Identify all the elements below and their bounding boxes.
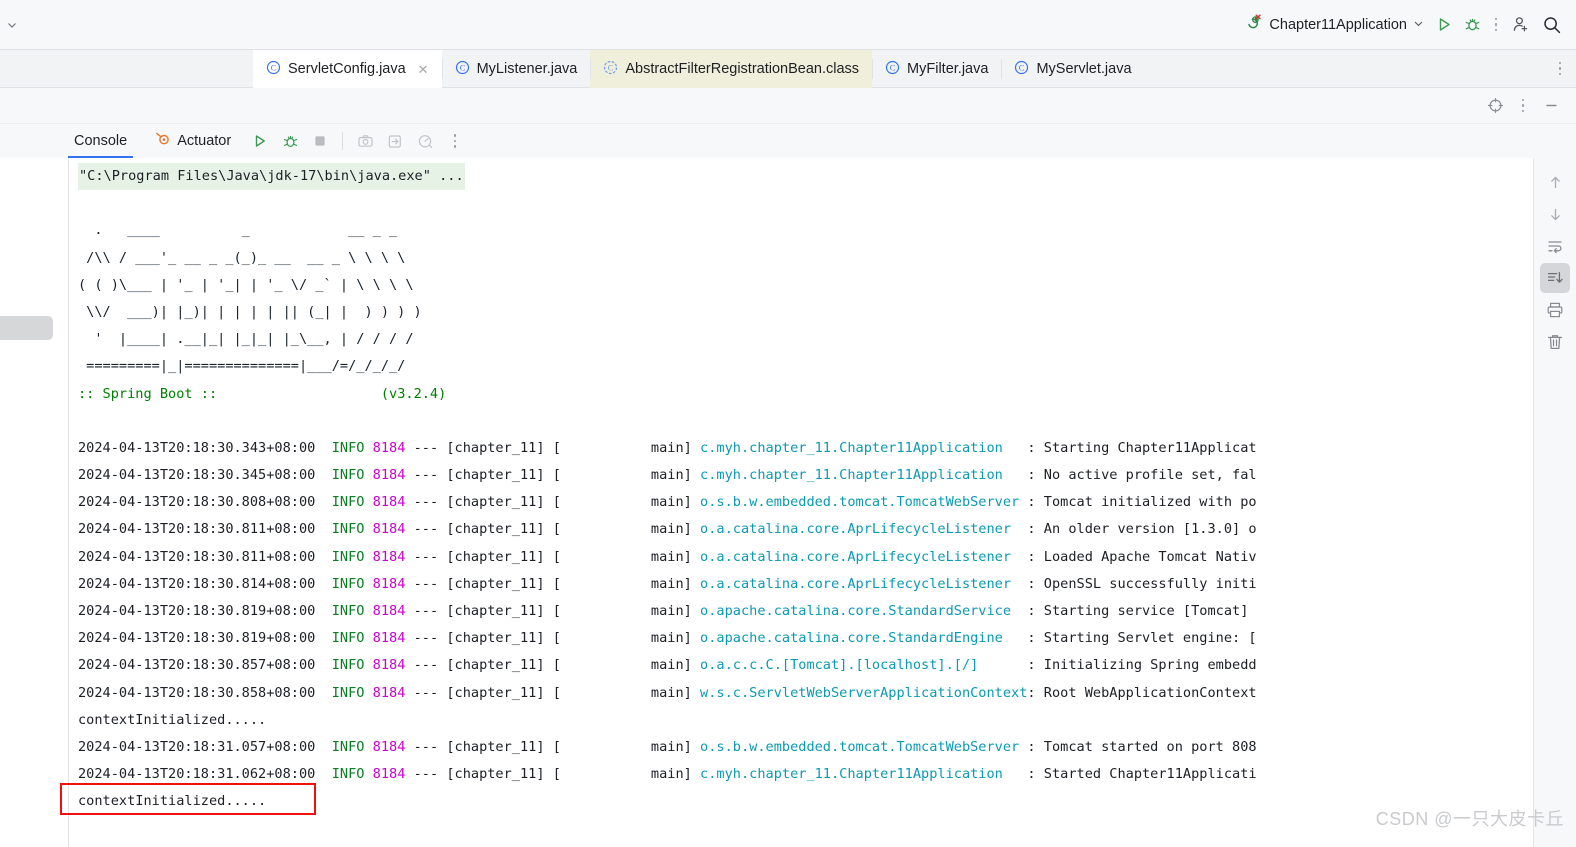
tab-actuator-label: Actuator bbox=[177, 133, 232, 149]
svg-text:C: C bbox=[608, 63, 614, 72]
export-arrow-icon[interactable] bbox=[380, 126, 410, 156]
java-class-icon: C bbox=[885, 60, 900, 79]
console-plain-line: contextInitialized..... bbox=[78, 711, 267, 728]
chevron-down-icon[interactable] bbox=[1413, 16, 1424, 34]
console-exit-line: Process finished with exit code 130 bbox=[78, 843, 1520, 847]
minimize-icon[interactable] bbox=[1538, 93, 1564, 119]
close-icon[interactable]: ✕ bbox=[418, 63, 429, 76]
search-icon[interactable] bbox=[1538, 11, 1566, 39]
csdn-watermark: CSDN @一只大皮卡丘 bbox=[1375, 809, 1564, 829]
java-class-icon: C bbox=[1014, 60, 1029, 79]
collapse-chevron-icon[interactable] bbox=[3, 19, 21, 31]
spring-boot-banner-line: \\/ ___)| |_)| | | | | || (_| | ) ) ) ) bbox=[78, 303, 422, 320]
spring-boot-banner-footer: :: Spring Boot :: (v3.2.4) bbox=[78, 385, 447, 402]
console-log-line: 2024-04-13T20:18:30.819+08:00 INFO 8184 … bbox=[78, 630, 1257, 647]
editor-tab-label: ServletConfig.java bbox=[288, 61, 406, 77]
spring-boot-banner-line: . ____ _ __ _ _ bbox=[78, 222, 398, 239]
console-log-line: 2024-04-13T20:18:31.057+08:00 INFO 8184 … bbox=[78, 738, 1257, 755]
console-log-line: 2024-04-13T20:18:30.858+08:00 INFO 8184 … bbox=[78, 684, 1257, 701]
editor-tab-bar: C ServletConfig.java ✕ C MyListener.java… bbox=[0, 50, 1576, 88]
tab-console-label: Console bbox=[74, 133, 128, 149]
spring-boot-banner-line: ' |____| .__|_| |_|_| |_\__, | / / / / bbox=[78, 331, 414, 348]
scroll-to-end-button[interactable] bbox=[1540, 263, 1570, 293]
svg-text:C: C bbox=[271, 63, 277, 72]
console-toolbar: Console Actuator bbox=[0, 124, 1576, 158]
console-log-line: 2024-04-13T20:18:31.062+08:00 INFO 8184 … bbox=[78, 766, 1257, 783]
ide-window: Chapter11Application C ServletConfig.jav… bbox=[0, 0, 1576, 847]
console-command-line: "C:\Program Files\Java\jdk-17\bin\java.e… bbox=[78, 163, 465, 191]
account-add-icon[interactable] bbox=[1506, 11, 1534, 39]
target-settings-icon[interactable] bbox=[1482, 93, 1508, 119]
console-output[interactable]: "C:\Program Files\Java\jdk-17\bin\java.e… bbox=[0, 158, 1576, 847]
svg-text:C: C bbox=[890, 63, 896, 72]
console-log-line: 2024-04-13T20:18:30.811+08:00 INFO 8184 … bbox=[78, 521, 1257, 538]
soft-wrap-button[interactable] bbox=[1540, 231, 1570, 261]
console-log-line: 2024-04-13T20:18:30.857+08:00 INFO 8184 … bbox=[78, 657, 1257, 674]
toolwindow-header bbox=[0, 88, 1576, 124]
tab-console[interactable]: Console bbox=[60, 124, 141, 158]
editor-tab-servletconfig[interactable]: C ServletConfig.java ✕ bbox=[253, 50, 442, 88]
tab-actuator[interactable]: Actuator bbox=[141, 124, 245, 158]
svg-text:C: C bbox=[1019, 63, 1025, 72]
editor-tab-label: MyListener.java bbox=[476, 61, 578, 77]
console-log-line: 2024-04-13T20:18:30.808+08:00 INFO 8184 … bbox=[78, 494, 1257, 511]
console-vertical-scrollbar[interactable] bbox=[1520, 158, 1533, 847]
rerun-button[interactable] bbox=[245, 126, 275, 156]
stop-button[interactable] bbox=[305, 126, 335, 156]
editor-tabs-more-vertical-icon[interactable] bbox=[1550, 58, 1570, 80]
toolbar-more-vertical-icon[interactable] bbox=[1486, 14, 1506, 36]
profiler-gauge-icon[interactable] bbox=[410, 126, 440, 156]
console-log-line: 2024-04-13T20:18:30.814+08:00 INFO 8184 … bbox=[78, 575, 1257, 592]
debug-button[interactable] bbox=[1458, 11, 1486, 39]
console-log-line: 2024-04-13T20:18:30.819+08:00 INFO 8184 … bbox=[78, 603, 1249, 619]
editor-tab-abstractfilterregistrationbean[interactable]: C AbstractFilterRegistrationBean.class bbox=[590, 50, 873, 88]
scroll-down-button[interactable] bbox=[1540, 199, 1570, 229]
console-gutter bbox=[60, 158, 69, 847]
spring-boot-banner-line: =========|_|==============|___/=/_/_/_/ bbox=[78, 358, 406, 375]
java-class-icon: C bbox=[455, 60, 470, 79]
scroll-up-button[interactable] bbox=[1540, 167, 1570, 197]
editor-tab-label: MyServlet.java bbox=[1036, 61, 1132, 77]
console-more-vertical-icon[interactable] bbox=[440, 126, 470, 156]
print-button[interactable] bbox=[1540, 295, 1570, 325]
spring-boot-banner-line: ( ( )\___ | '_ | '_| | '_ \/ _` | \ \ \ … bbox=[78, 276, 414, 293]
spring-boot-run-config-icon bbox=[1246, 14, 1263, 36]
editor-tab-mylistener[interactable]: C MyListener.java bbox=[441, 50, 591, 88]
run-configuration-selector[interactable]: Chapter11Application bbox=[1242, 11, 1430, 39]
console-plain-line: contextInitialized..... bbox=[78, 793, 267, 810]
console-log-line: 2024-04-13T20:18:30.345+08:00 INFO 8184 … bbox=[78, 467, 1257, 484]
clear-all-trash-button[interactable] bbox=[1540, 327, 1570, 357]
console-log-line: 2024-04-13T20:18:30.811+08:00 INFO 8184 … bbox=[78, 548, 1257, 565]
debug-button[interactable] bbox=[275, 126, 305, 156]
actuator-icon bbox=[155, 131, 171, 151]
left-toolwindow-stripe-button[interactable] bbox=[0, 316, 53, 340]
run-configuration-name: Chapter11Application bbox=[1269, 16, 1407, 33]
editor-tab-myservlet[interactable]: C MyServlet.java bbox=[1001, 50, 1144, 88]
toolwindow-more-vertical-icon[interactable] bbox=[1510, 93, 1536, 119]
screenshot-camera-icon[interactable] bbox=[350, 126, 380, 156]
main-toolbar: Chapter11Application bbox=[0, 0, 1576, 50]
java-compiled-class-icon: C bbox=[603, 60, 618, 79]
spring-boot-banner-line: /\\ / ___'_ __ _ _(_)_ __ __ _ \ \ \ \ bbox=[78, 249, 406, 266]
console-text-content[interactable]: "C:\Program Files\Java\jdk-17\bin\java.e… bbox=[78, 163, 1520, 847]
editor-tab-label: MyFilter.java bbox=[907, 61, 989, 77]
editor-tab-label: AbstractFilterRegistrationBean.class bbox=[625, 61, 860, 77]
console-side-toolbar bbox=[1533, 158, 1576, 847]
svg-text:C: C bbox=[459, 63, 465, 72]
console-log-line: 2024-04-13T20:18:30.343+08:00 INFO 8184 … bbox=[78, 439, 1257, 456]
run-button[interactable] bbox=[1430, 11, 1458, 39]
editor-tab-myfilter[interactable]: C MyFilter.java bbox=[872, 50, 1001, 88]
java-class-icon: C bbox=[266, 60, 281, 79]
